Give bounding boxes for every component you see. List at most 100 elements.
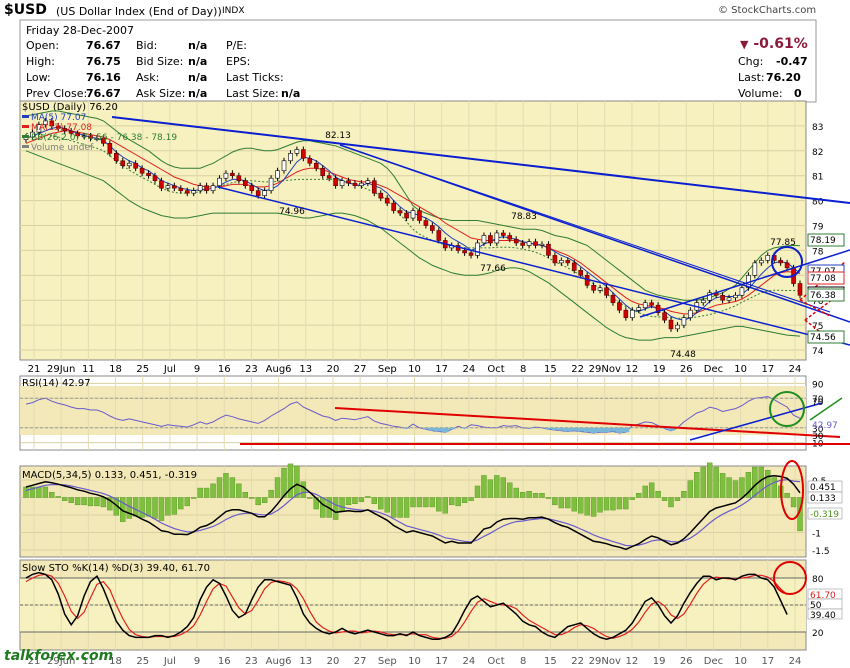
macd-histogram-bar — [403, 497, 410, 518]
macd-histogram-bar — [558, 497, 565, 509]
rsi-tick-label: 90 — [812, 380, 824, 390]
x-tick-label: Aug6 — [266, 364, 292, 375]
macd-histogram-bar — [681, 491, 687, 498]
macd-histogram-bar — [87, 497, 94, 507]
macd-histogram-bar — [623, 497, 629, 510]
macd-histogram-bar — [436, 497, 442, 512]
x-tick-label: 12 — [626, 364, 639, 375]
macd-histogram-bar — [126, 497, 132, 519]
rsi-oversold-fill — [526, 427, 533, 429]
high-label: High: — [26, 55, 55, 68]
rsi-value-label: 70 — [812, 398, 824, 408]
candle-body — [513, 238, 519, 244]
macd-histogram-bar — [500, 477, 506, 498]
macd-histogram-bar — [694, 472, 700, 498]
x-tick-label: 16 — [218, 656, 231, 667]
candle-body — [468, 252, 474, 256]
copyright-link[interactable]: © StockCharts.com — [718, 5, 816, 16]
x-tick-label: Dec — [704, 656, 723, 667]
macd-histogram-bar — [590, 497, 597, 517]
rsi-oversold-fill — [435, 427, 443, 432]
x-tick-label: 26 — [680, 656, 693, 667]
x-tick-label: Aug6 — [266, 656, 292, 667]
macd-histogram-bar — [229, 477, 236, 498]
candle-body — [165, 185, 171, 189]
price-annotation: 77.66 — [480, 264, 506, 274]
x-tick-label: 15 — [544, 656, 557, 667]
candle-body — [359, 182, 364, 186]
instrument-name: (US Dollar Index (End of Day)) — [56, 5, 222, 18]
x-tick-label: 9 — [194, 364, 200, 375]
candle-body — [610, 294, 616, 304]
macd-histogram-bar — [700, 466, 706, 498]
macd-histogram-bar — [190, 497, 197, 499]
candle-body — [204, 185, 209, 191]
macd-histogram-bar — [100, 497, 107, 508]
candle-body — [210, 185, 216, 191]
macd-histogram-bar — [513, 487, 519, 498]
macd-histogram-bar — [507, 482, 513, 498]
x-tick-label: 29Jun — [47, 364, 75, 375]
macd-histogram-bar — [713, 466, 719, 498]
candle-body — [152, 175, 158, 181]
x-tick-label: 24 — [462, 364, 475, 375]
chg-label: Chg: — [738, 55, 764, 68]
candle-body — [133, 162, 138, 169]
macd-histogram-bar — [687, 480, 694, 498]
macd-histogram-bar — [216, 477, 223, 498]
macd-histogram-bar — [145, 497, 152, 517]
macd-histogram-bar — [526, 491, 532, 498]
macd-histogram-bar — [74, 497, 81, 506]
x-tick-label: Jul — [163, 364, 176, 375]
macd-title: MACD(5,34,5) 0.133, 0.451, -0.319 — [22, 470, 197, 481]
candle-body — [462, 250, 467, 254]
candle-body — [559, 260, 564, 264]
candle-body — [313, 162, 319, 169]
macd-histogram-bar — [249, 497, 255, 499]
rsi-oversold-fill — [551, 427, 559, 431]
price-annotation: 78.83 — [511, 212, 537, 222]
x-tick-label: 20 — [327, 364, 340, 375]
candle-body — [604, 287, 609, 296]
candle-body — [333, 177, 338, 186]
macd-histogram-bar — [455, 497, 461, 507]
candle-body — [475, 242, 480, 256]
prev-close-label: Prev Close: — [26, 87, 88, 100]
macd-histogram-bar — [268, 489, 274, 498]
rsi-oversold-fill — [461, 427, 469, 429]
macd-histogram-bar — [171, 497, 178, 515]
candle-body — [249, 185, 255, 191]
ask-value: n/a — [188, 71, 208, 84]
macd-histogram-bar — [184, 497, 190, 507]
macd-histogram-bar — [339, 497, 345, 512]
candle-body — [268, 177, 274, 191]
macd-histogram-bar — [255, 497, 261, 506]
candle-body — [533, 241, 538, 246]
macd-histogram-bar — [474, 485, 481, 498]
macd-histogram-bar — [578, 497, 584, 514]
macd-histogram-bar — [661, 497, 668, 501]
macd-histogram-bar — [300, 481, 307, 498]
x-tick-label: 10 — [408, 656, 421, 667]
pe-label: P/E: — [226, 39, 247, 52]
candle-body — [301, 149, 306, 159]
rsi-oversold-fill — [448, 427, 456, 430]
x-tick-label: 21 — [28, 364, 41, 375]
candle-body — [578, 270, 584, 276]
candle-body — [365, 180, 371, 184]
x-tick-label: 15 — [544, 364, 557, 375]
candle-body — [488, 235, 493, 244]
candle-body — [397, 210, 403, 214]
macd-histogram-bar — [629, 497, 635, 500]
candle-body — [752, 262, 758, 276]
candle-body — [546, 243, 551, 256]
candle-body — [539, 243, 545, 246]
macd-histogram-bar — [410, 497, 416, 508]
macd-histogram-bar — [442, 497, 448, 514]
last-size-label: Last Size: — [226, 87, 279, 100]
x-tick-label: 17 — [761, 364, 774, 375]
x-tick-label: 23 — [245, 656, 258, 667]
price-value-label: 77.08 — [810, 274, 836, 284]
candle-body — [720, 294, 725, 301]
macd-histogram-bar — [739, 477, 745, 498]
